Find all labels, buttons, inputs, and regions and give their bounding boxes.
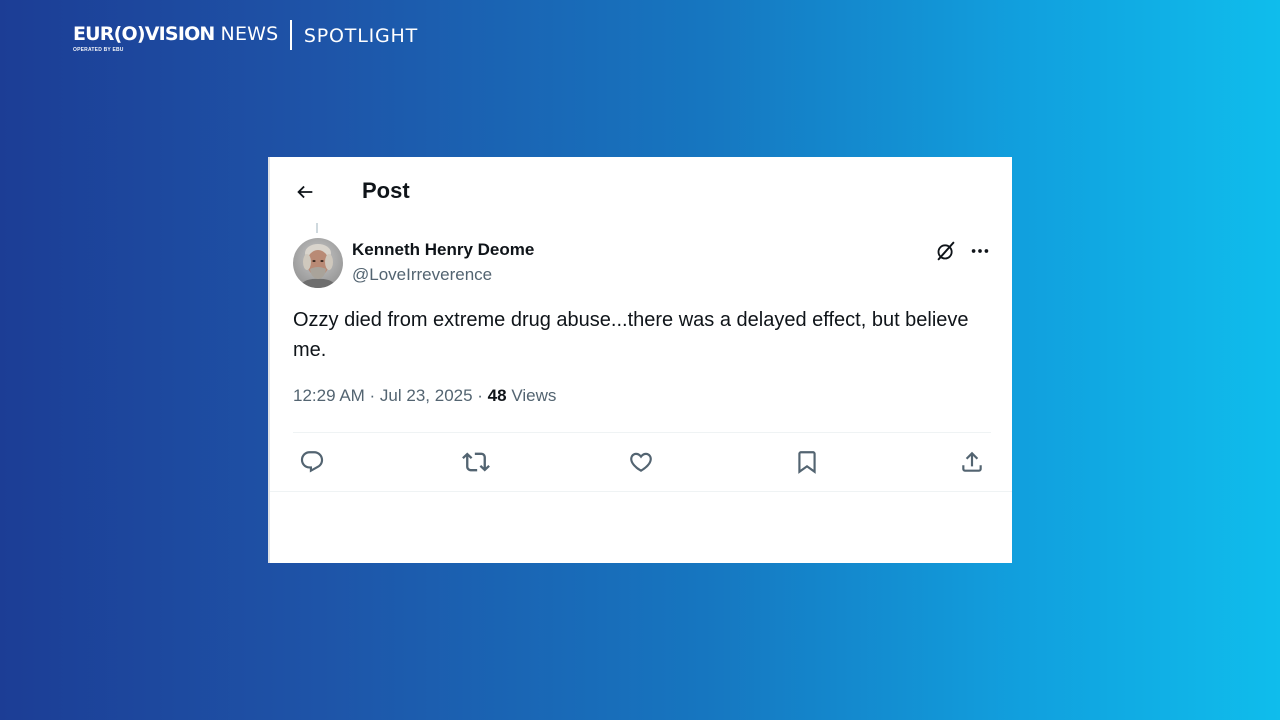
author-handle[interactable]: @LoveIrreverence <box>352 264 492 286</box>
tweet-meta: 12:29 AM · Jul 23, 2025 · 48 Views <box>293 385 556 407</box>
grok-button[interactable] <box>934 239 958 263</box>
author-name[interactable]: Kenneth Henry Deome <box>352 239 534 261</box>
tweet-timestamp[interactable]: 12:29 AM · Jul 23, 2025 · <box>293 386 488 405</box>
brand-logo: EUR(O)VISION NEWS OPERATED BY EBU <box>73 20 279 54</box>
reply-icon <box>299 449 325 475</box>
arrow-left-icon <box>294 181 316 203</box>
repost-icon <box>462 448 490 476</box>
bookmark-button[interactable] <box>789 447 825 477</box>
tweet-actions <box>293 447 993 477</box>
brand-divider <box>290 20 292 50</box>
divider <box>270 491 1012 492</box>
thread-connector-line <box>316 223 318 233</box>
share-icon <box>959 449 985 475</box>
brand-operated-by: OPERATED BY EBU <box>73 47 124 53</box>
divider <box>293 432 991 433</box>
brand-header: EUR(O)VISION NEWS OPERATED BY EBU SPOTLI… <box>73 20 418 54</box>
tweet-text: Ozzy died from extreme drug abuse...ther… <box>293 309 969 361</box>
brand-section-title: SPOTLIGHT <box>303 25 419 47</box>
more-options-button[interactable] <box>966 239 994 263</box>
page-title: Post <box>362 178 410 203</box>
share-button[interactable] <box>954 447 990 477</box>
back-button[interactable] <box>290 177 320 207</box>
tweet-card: Post Kenneth Henry Deome @LoveIrreverenc… <box>268 157 1012 563</box>
grok-icon <box>935 240 957 262</box>
like-button[interactable] <box>623 447 659 477</box>
views-count: 48 <box>487 386 507 405</box>
more-horizontal-icon <box>969 240 991 262</box>
post-header: Post <box>270 157 1012 223</box>
bookmark-icon <box>794 449 820 475</box>
brand-logo-main: EUR(O)VISION <box>73 23 215 45</box>
heart-icon <box>628 449 654 475</box>
avatar[interactable] <box>293 238 343 288</box>
repost-button[interactable] <box>458 447 494 477</box>
brand-logo-news: NEWS <box>220 23 279 45</box>
views-label: Views <box>506 386 557 405</box>
reply-button[interactable] <box>294 447 330 477</box>
